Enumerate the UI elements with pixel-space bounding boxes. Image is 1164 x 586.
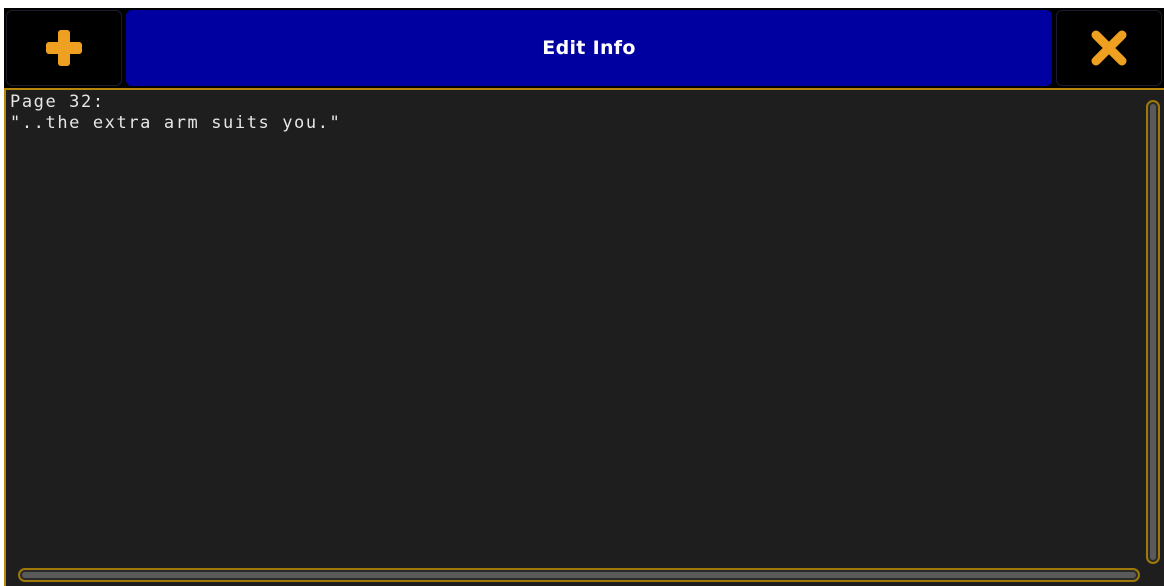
dialog-title: Edit Info <box>126 10 1052 86</box>
horizontal-scroll-thumb[interactable] <box>22 572 1136 578</box>
editor-panel: Page 32: "..the extra arm suits you." <box>4 88 1164 586</box>
info-text-editor[interactable]: Page 32: "..the extra arm suits you." <box>10 92 1135 560</box>
text-line: Page 32: <box>10 92 105 112</box>
add-button[interactable] <box>6 10 122 86</box>
close-icon <box>1091 30 1127 66</box>
horizontal-scrollbar[interactable] <box>18 568 1140 582</box>
title-bar: Edit Info <box>4 8 1164 88</box>
edit-info-dialog: Edit Info Page 32: "..the extra arm suits… <box>4 8 1164 586</box>
vertical-scrollbar[interactable] <box>1146 100 1160 564</box>
plus-icon <box>46 30 82 66</box>
close-button[interactable] <box>1056 10 1162 86</box>
text-line: "..the extra arm suits you." <box>10 113 342 133</box>
vertical-scroll-thumb[interactable] <box>1150 104 1156 560</box>
